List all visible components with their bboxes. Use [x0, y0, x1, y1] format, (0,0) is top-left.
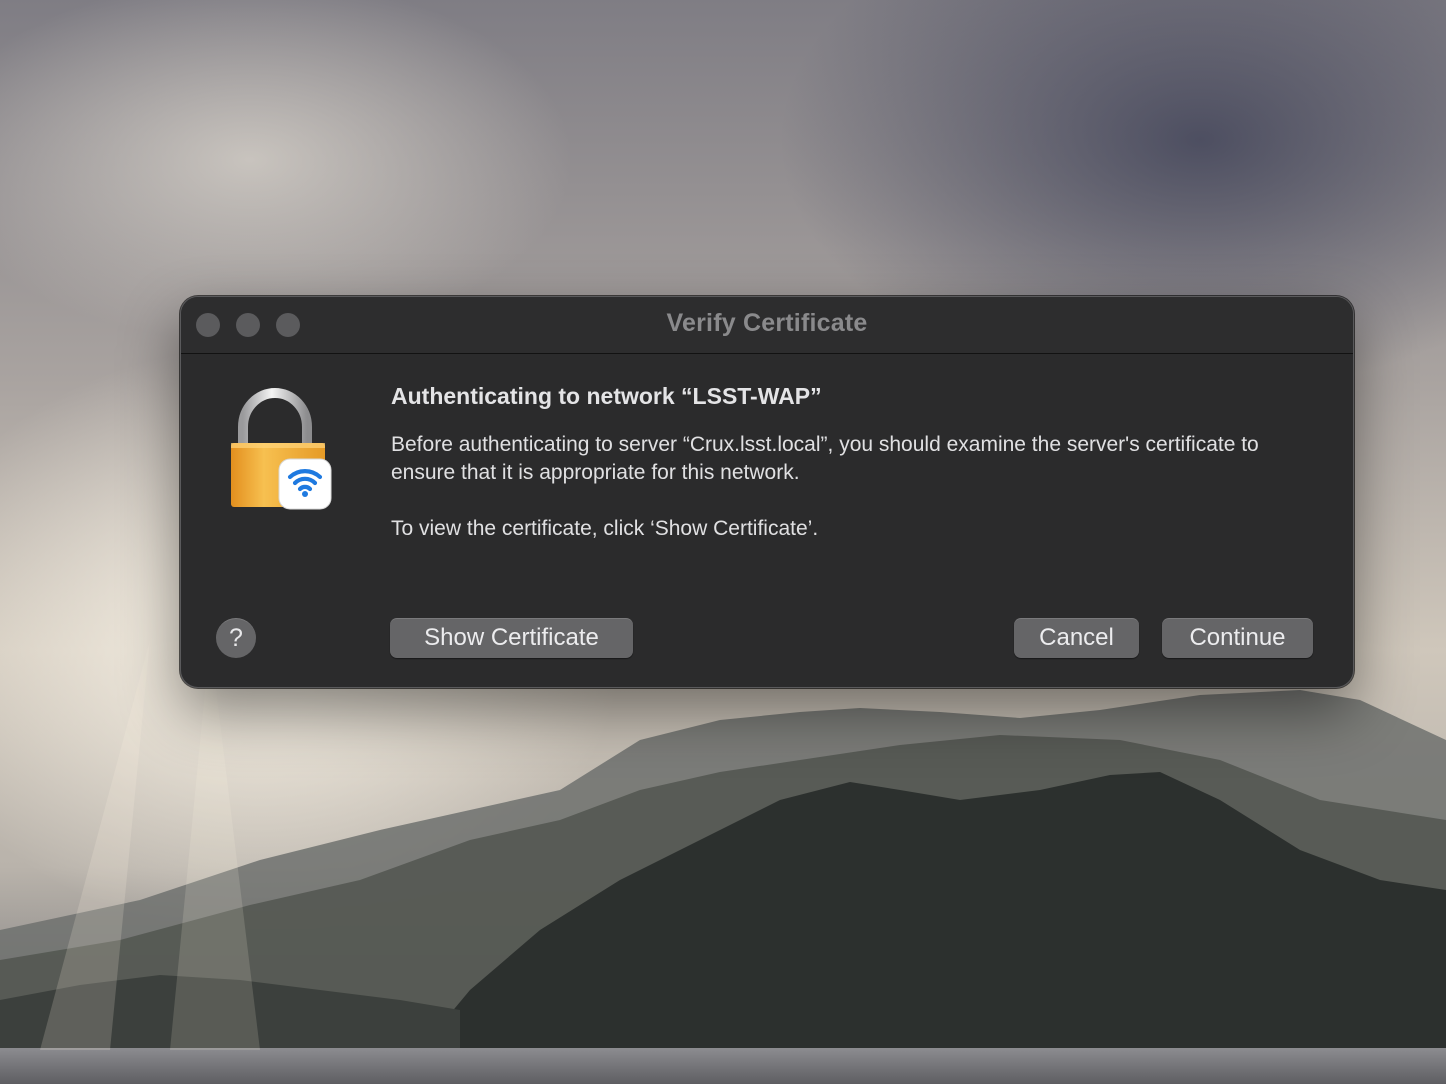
dialog-message: Before authenticating to server “Crux.ls… — [391, 433, 1259, 484]
verify-certificate-dialog: Verify Certificate Authenticating to net… — [180, 296, 1354, 688]
dialog-instruction: To view the certificate, click ‘Show Cer… — [391, 517, 819, 540]
title-bar[interactable]: Verify Certificate — [181, 297, 1353, 354]
dialog-heading: Authenticating to network “LSST-WAP” — [391, 383, 822, 409]
cancel-button[interactable]: Cancel — [1014, 618, 1139, 658]
continue-button[interactable]: Continue — [1162, 618, 1313, 658]
lock-with-wifi-icon — [227, 387, 337, 511]
show-certificate-button[interactable]: Show Certificate — [390, 618, 633, 658]
help-button[interactable]: ? — [216, 618, 256, 658]
window-title: Verify Certificate — [666, 309, 868, 337]
